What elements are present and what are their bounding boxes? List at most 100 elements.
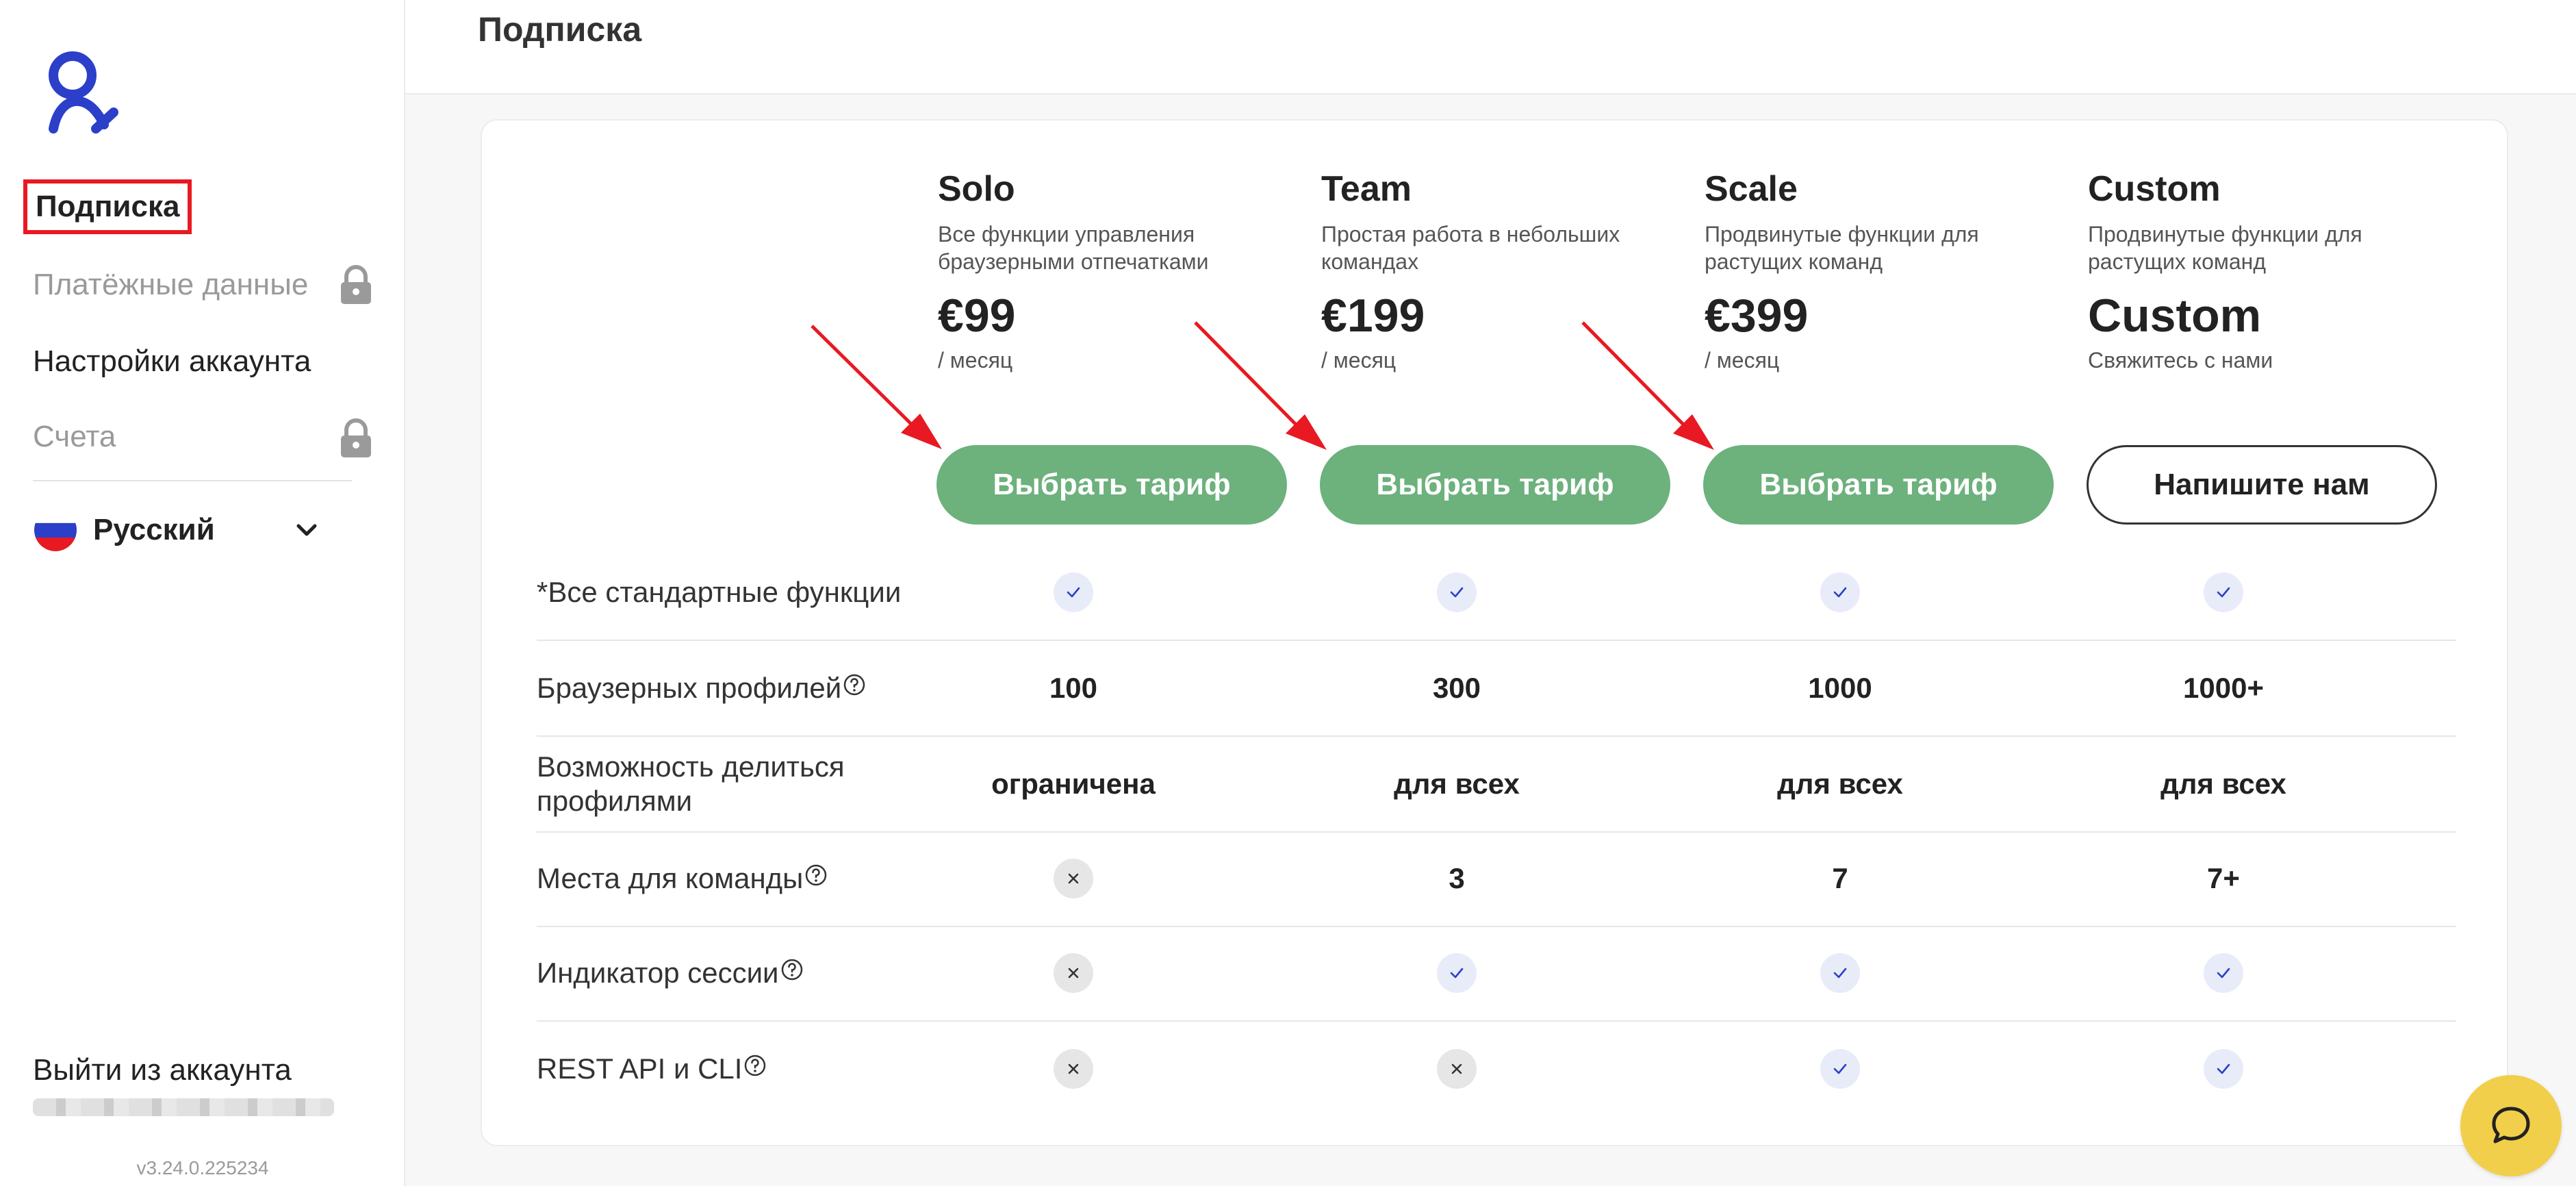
- feature-cell: [2032, 926, 2415, 1020]
- plan-name: Team: [1321, 169, 1412, 209]
- feature-cell: [2032, 1022, 2415, 1116]
- feature-cell: [882, 545, 1265, 640]
- feature-row-standard: *Все стандартные функции: [537, 545, 2456, 641]
- feature-cell: 1000: [1808, 672, 1872, 704]
- feature-row-team-seats: Места для команды 3 7 7+: [537, 831, 2456, 927]
- question-circle-icon[interactable]: [843, 673, 866, 696]
- sidebar-divider: [33, 480, 352, 481]
- contact-us-button[interactable]: Напишите нам: [2087, 445, 2437, 525]
- chevron-down-icon: [296, 524, 317, 536]
- plan-period: / месяц: [1705, 348, 1780, 373]
- feature-cell: для всех: [2160, 768, 2286, 800]
- feature-label-text: Возможность делиться профилями: [537, 750, 845, 817]
- feature-label: Места для команды: [537, 831, 920, 926]
- plan-description: Простая работа в небольших командах: [1321, 222, 1620, 274]
- select-plan-team-button[interactable]: Выбрать тариф: [1320, 445, 1670, 525]
- russian-flag-icon: [34, 509, 77, 551]
- select-plan-solo-button[interactable]: Выбрать тариф: [936, 445, 1287, 525]
- feature-label: Возможность делиться профилями: [537, 737, 920, 831]
- feature-cell: [882, 926, 1265, 1020]
- plan-name: Solo: [938, 169, 1015, 209]
- annotation-arrow: [1581, 321, 1714, 450]
- pricing-card: Solo Все функции управления браузерными …: [481, 119, 2508, 1146]
- feature-cell: [1265, 1022, 1648, 1116]
- feature-label: Индикатор сессии: [537, 926, 920, 1020]
- plan-price: €399: [1705, 290, 1809, 342]
- sidebar-item-label: Платёжные данные: [33, 268, 309, 301]
- plan-name: Custom: [2088, 169, 2221, 209]
- check-icon: [1437, 953, 1477, 993]
- language-selector[interactable]: Русский: [34, 508, 317, 552]
- feature-cell: [1648, 926, 2032, 1020]
- check-icon: [1820, 572, 1860, 612]
- plan-description: Продвинутые функции для растущих команд: [1705, 222, 1979, 274]
- feature-row-rest-api: REST API и CLI: [537, 1022, 2456, 1116]
- plan-price: Custom: [2088, 290, 2262, 342]
- app-version: v3.24.0.225234: [136, 1157, 269, 1178]
- annotation-arrow: [811, 325, 942, 449]
- check-icon: [1820, 1049, 1860, 1089]
- lock-icon: [341, 265, 371, 304]
- feature-cell: ограничена: [991, 768, 1156, 800]
- check-icon: [2204, 953, 2243, 993]
- page-header: Подписка: [405, 0, 2576, 94]
- feature-cell: 7: [1832, 862, 1848, 894]
- feature-cell: для всех: [1777, 768, 1903, 800]
- sidebar-item-subscription[interactable]: Подписка: [23, 179, 192, 234]
- feature-label-text: *Все стандартные функции: [537, 576, 902, 608]
- question-circle-icon[interactable]: [780, 958, 804, 981]
- question-circle-icon[interactable]: [743, 1054, 767, 1077]
- sidebar-item-label: Подписка: [36, 190, 180, 223]
- annotation-arrow: [1194, 321, 1327, 450]
- feature-label-text: Браузерных профилей: [537, 672, 842, 704]
- feature-label-text: Индикатор сессии: [537, 957, 779, 989]
- feature-cell: [1648, 1022, 2032, 1116]
- feature-cell: 7+: [2207, 862, 2240, 894]
- sidebar-item-payment-details[interactable]: Платёжные данные: [33, 263, 308, 307]
- feature-cell: [1648, 545, 2032, 640]
- feature-label-text: REST API и CLI: [537, 1052, 743, 1085]
- feature-cell: [882, 831, 1265, 926]
- plan-description: Продвинутые функции для растущих команд: [2088, 222, 2362, 274]
- feature-cell: [2032, 545, 2415, 640]
- sidebar: Подписка Платёжные данные Настройки акка…: [0, 0, 405, 1186]
- feature-cell: [1265, 545, 1648, 640]
- feature-label: Браузерных профилей: [537, 641, 920, 735]
- sidebar-item-label: Счета: [33, 420, 116, 453]
- check-icon: [1054, 572, 1093, 612]
- plan-scale: Scale Продвинутые функции для растущих к…: [1705, 168, 2061, 378]
- feature-label-text: Места для команды: [537, 862, 804, 894]
- feature-cell: 300: [1432, 672, 1481, 704]
- cross-icon: [1054, 859, 1093, 898]
- plan-custom: Custom Продвинутые функции для растущих …: [2088, 168, 2444, 378]
- sidebar-item-label: Настройки аккаунта: [33, 344, 311, 378]
- feature-cell: 3: [1449, 862, 1465, 894]
- feature-cell: [882, 1022, 1265, 1116]
- cross-icon: [1054, 953, 1093, 993]
- check-icon: [1820, 953, 1860, 993]
- logout-link[interactable]: Выйти из аккаунта: [33, 1053, 292, 1087]
- plan-period: Свяжитесь с нами: [2088, 348, 2273, 373]
- octo-logo-icon[interactable]: [33, 48, 122, 137]
- sidebar-item-invoices[interactable]: Счета: [33, 415, 116, 459]
- plan-name: Scale: [1705, 169, 1798, 209]
- select-plan-scale-button[interactable]: Выбрать тариф: [1703, 445, 2054, 525]
- lock-icon: [341, 418, 371, 457]
- feature-cell: для всех: [1394, 768, 1520, 800]
- feature-row-session-indicator: Индикатор сессии: [537, 926, 2456, 1022]
- feature-cell: [1265, 926, 1648, 1020]
- feature-row-sharing: Возможность делиться профилями ограничен…: [537, 737, 2456, 833]
- check-icon: [2204, 572, 2243, 612]
- feature-label: REST API и CLI: [537, 1022, 920, 1116]
- question-circle-icon[interactable]: [804, 863, 828, 887]
- feature-label: *Все стандартные функции: [537, 545, 920, 640]
- sidebar-item-account-settings[interactable]: Настройки аккаунта: [33, 340, 311, 383]
- chat-support-button[interactable]: [2460, 1075, 2562, 1176]
- feature-row-profiles: Браузерных профилей 100 300 1000 1000+: [537, 641, 2456, 737]
- chat-bubble-icon: [2492, 1107, 2530, 1144]
- cross-icon: [1054, 1049, 1093, 1089]
- account-email-redacted: [33, 1098, 334, 1116]
- check-icon: [2204, 1049, 2243, 1089]
- plan-description: Все функции управления браузерными отпеч…: [938, 222, 1209, 274]
- feature-cell: 100: [1049, 672, 1098, 704]
